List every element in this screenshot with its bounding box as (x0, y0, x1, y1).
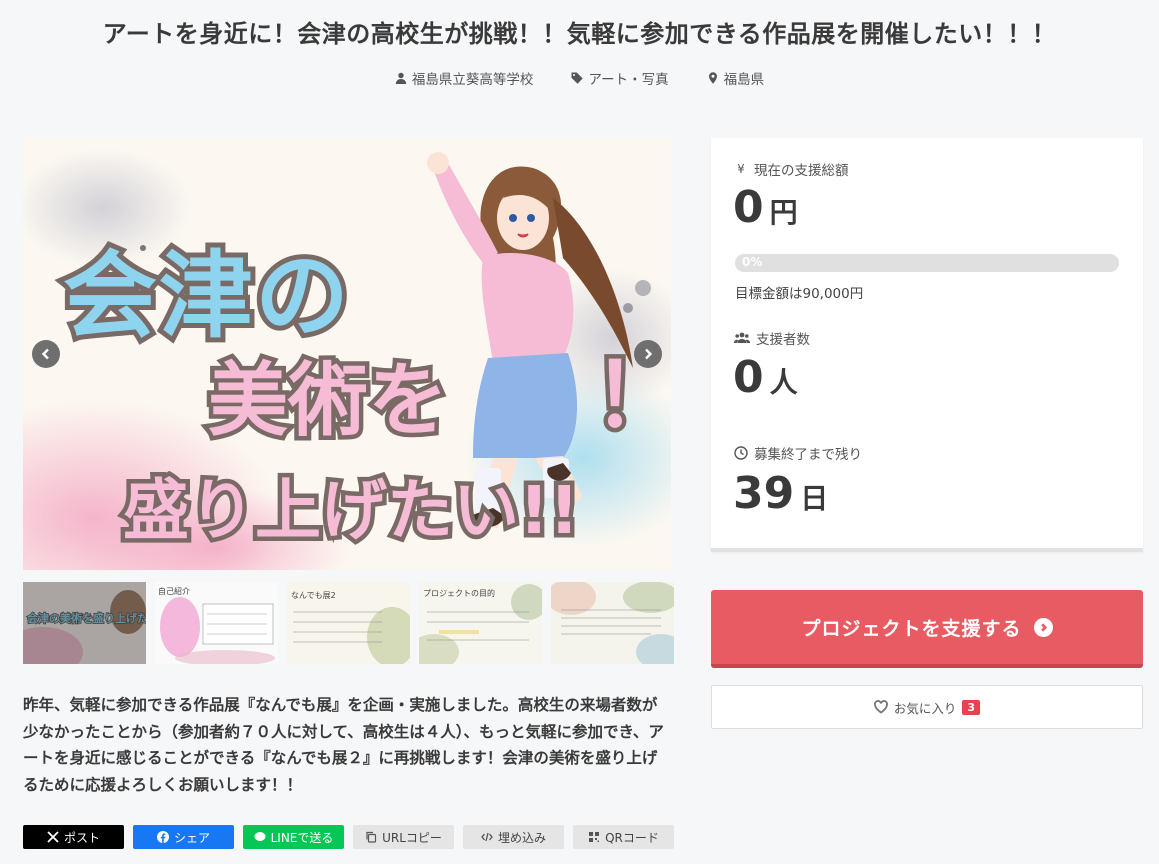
url-copy-button[interactable]: URLコピー (353, 825, 454, 849)
user-icon (395, 72, 407, 84)
share-x-label: ポスト (63, 830, 100, 845)
embed-button[interactable]: 埋め込み (463, 825, 564, 849)
heart-icon (874, 700, 888, 714)
hero-illustration: 会津の 美術を 盛り上げたい!! ！ (23, 138, 671, 570)
map-pin-icon (708, 72, 717, 84)
chevron-left-icon (41, 348, 49, 360)
thumbnail-2[interactable]: 自己紹介 (155, 582, 278, 664)
category-name: アート・写真 (588, 72, 669, 88)
thumbnail-strip: 会津の美術を盛り上げたい!! 自己紹介 なんでも展2 (23, 582, 674, 664)
embed-label: 埋め込み (497, 830, 546, 845)
hero-headline-line2: 美術を (208, 354, 448, 447)
share-line-label: LINEで送る (270, 830, 334, 845)
location-link[interactable]: 福島県 (707, 68, 765, 88)
funding-progress-bar: 0% (735, 254, 1119, 272)
total-label-row: ¥ 現在の支援総額 (734, 159, 849, 179)
remaining-label: 募集終了まで残り (754, 447, 862, 463)
supporters-label-row: 支援者数 (734, 328, 810, 348)
share-x-button[interactable]: ポスト (23, 825, 124, 849)
facebook-icon (156, 831, 169, 843)
project-meta: 福島県立葵高等学校 アート・写真 福島県 (0, 68, 1159, 88)
copy-icon (366, 831, 377, 843)
thumbnail-label: 会津の美術を盛り上げたい!! (27, 611, 146, 625)
hero-headline-line1: 会津の (63, 242, 351, 351)
share-facebook-label: シェア (173, 830, 210, 845)
favorite-button[interactable]: お気に入り 3 (711, 685, 1143, 729)
funding-stats-panel: ¥ 現在の支援総額 0 円 0% 目標金額は90,000円 支援者数 0 人 募… (711, 138, 1143, 552)
project-summary: 昨年、気軽に参加できる作品展『なんでも展』を企画・実施しました。高校生の来場者数… (23, 696, 664, 794)
remaining-label-row: 募集終了まで残り (734, 443, 862, 463)
thumbnail-4[interactable]: プロジェクトの目的 (419, 582, 542, 664)
carousel-next-button[interactable] (634, 340, 662, 368)
share-line-button[interactable]: LINEで送る (243, 825, 344, 849)
goal-amount: 目標金額は90,000円 (735, 286, 864, 302)
project-title: アートを身近に！会津の高校生が挑戦！！気軽に参加できる作品展を開催したい！！！ (102, 20, 1057, 48)
main-image-carousel[interactable]: 会津の 美術を 盛り上げたい!! ！ (23, 138, 671, 570)
chevron-right-icon (645, 348, 653, 360)
yen-icon: ¥ (737, 162, 745, 176)
thumbnail-image: 自己紹介 (155, 582, 278, 664)
category-link[interactable]: アート・写真 (571, 68, 669, 88)
favorite-count-badge: 3 (962, 699, 981, 715)
support-project-button[interactable]: プロジェクトを支援する (711, 590, 1143, 668)
remaining-value: 39 (733, 468, 795, 519)
thumbnail-image (551, 582, 674, 664)
qr-code-icon (589, 832, 600, 842)
carousel-prev-button[interactable] (32, 340, 60, 368)
total-value: 0 (733, 182, 764, 233)
share-buttons: ポスト シェア LINEで送る URLコピー 埋め込み QRコード (23, 825, 674, 849)
total-label: 現在の支援総額 (754, 163, 849, 179)
url-copy-label: URLコピー (382, 830, 442, 845)
supporters-value: 0 (733, 352, 764, 403)
owner-name: 福島県立葵高等学校 (411, 72, 534, 88)
thumbnail-image: なんでも展2 (287, 582, 410, 664)
qr-code-button[interactable]: QRコード (573, 825, 674, 849)
x-logo-icon (47, 831, 59, 843)
remaining-unit: 日 (800, 482, 829, 515)
favorite-label: お気に入り (893, 700, 957, 716)
thumbnail-image: プロジェクトの目的 (419, 582, 542, 664)
owner-link[interactable]: 福島県立葵高等学校 (395, 68, 534, 88)
thumbnail-image: 会津の美術を盛り上げたい!! (23, 582, 146, 664)
line-icon (254, 832, 266, 841)
qr-code-label: QRコード (605, 830, 659, 845)
total-unit: 円 (769, 196, 798, 229)
total-amount: 0 円 (733, 182, 798, 233)
supporters-count: 0 人 (733, 352, 798, 403)
support-button-label: プロジェクトを支援する (801, 617, 1022, 640)
supporters-unit: 人 (769, 366, 798, 399)
thumbnail-label: プロジェクトの目的 (423, 588, 495, 598)
location-name: 福島県 (723, 72, 765, 88)
thumbnail-label: 自己紹介 (158, 586, 190, 596)
tag-icon (571, 72, 584, 84)
supporters-label: 支援者数 (756, 332, 810, 348)
thumbnail-label: なんでも展2 (291, 591, 336, 600)
progress-percent: 0% (742, 255, 763, 269)
users-icon (734, 332, 750, 343)
arrow-circle-right-icon (1033, 617, 1053, 637)
hero-headline-line3: 盛り上げたい!! (123, 472, 579, 549)
code-icon (481, 832, 493, 842)
thumbnail-5[interactable] (551, 582, 674, 664)
clock-icon (734, 446, 748, 460)
remaining-days: 39 日 (733, 468, 828, 519)
share-facebook-button[interactable]: シェア (133, 825, 234, 849)
thumbnail-3[interactable]: なんでも展2 (287, 582, 410, 664)
thumbnail-1[interactable]: 会津の美術を盛り上げたい!! (23, 582, 146, 664)
